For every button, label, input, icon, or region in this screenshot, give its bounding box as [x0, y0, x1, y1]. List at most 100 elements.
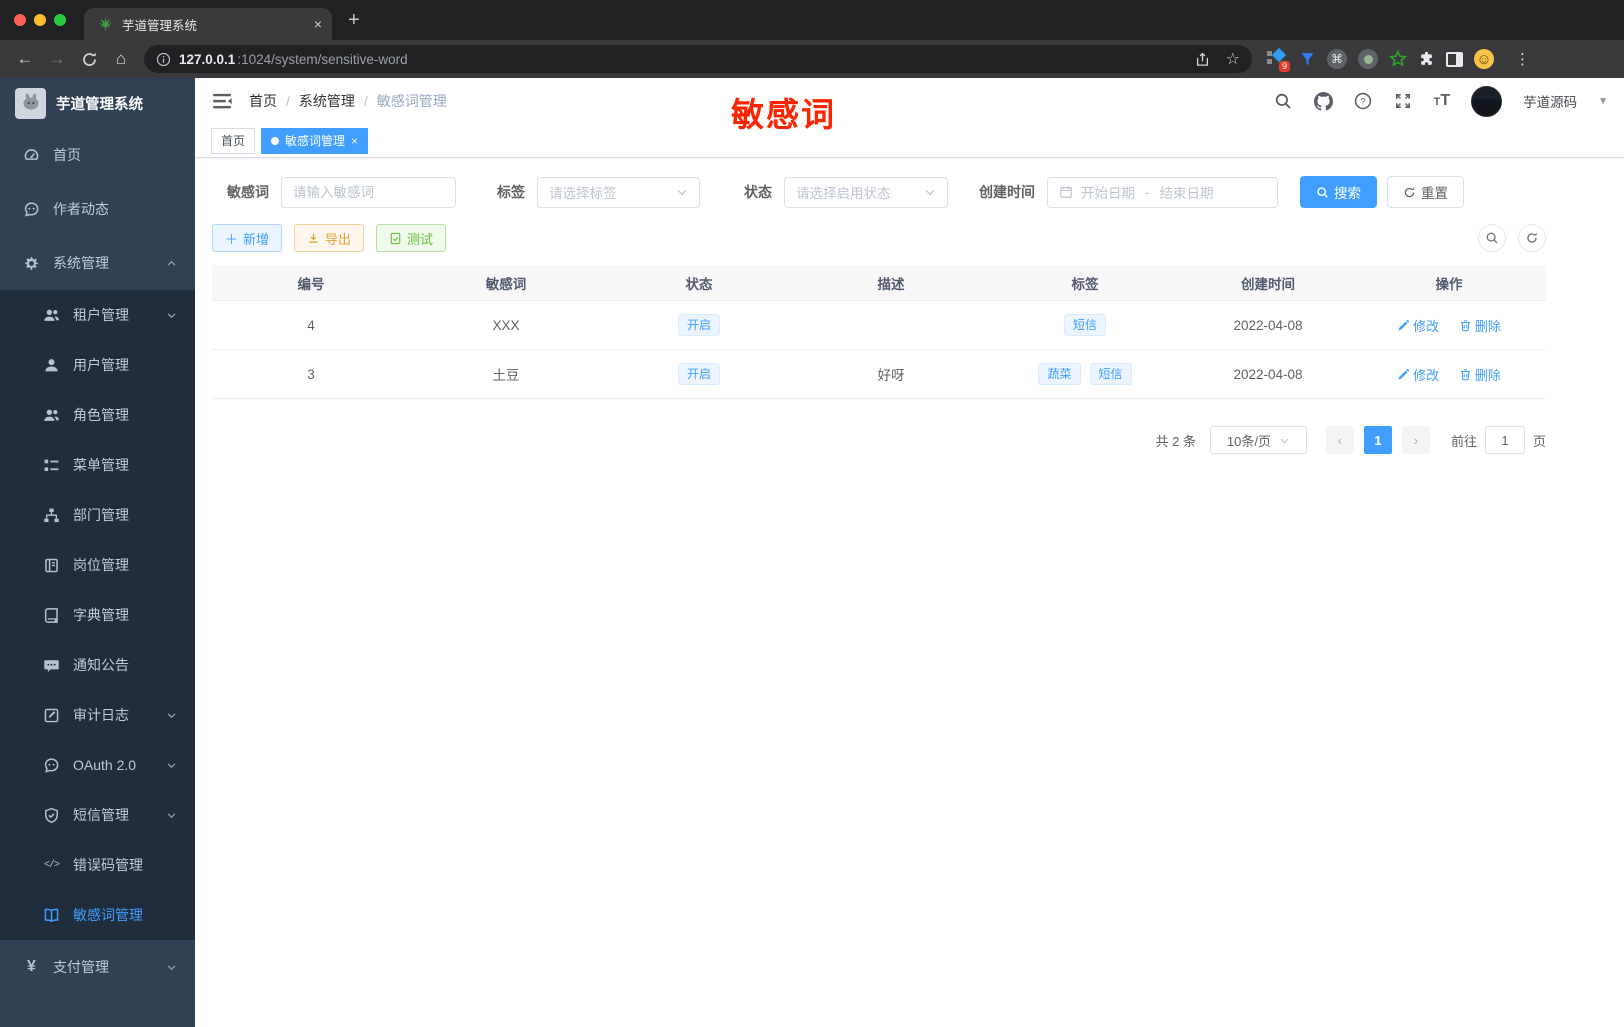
show-search-toggle-button[interactable] — [1478, 224, 1506, 252]
refresh-icon — [1403, 186, 1416, 199]
tab-home[interactable]: 首页 — [211, 127, 256, 154]
sidebar-item-label: 支付管理 — [53, 959, 109, 975]
extension-record-icon[interactable] — [1358, 49, 1378, 69]
refresh-table-button[interactable] — [1518, 224, 1546, 252]
breadcrumb-home[interactable]: 首页 — [249, 91, 277, 111]
edit-link[interactable]: 修改 — [1397, 365, 1439, 384]
search-icon[interactable] — [1274, 92, 1293, 111]
share-icon[interactable] — [1195, 52, 1210, 67]
site-info-icon[interactable] — [156, 52, 171, 67]
fullscreen-icon[interactable] — [1394, 92, 1413, 111]
sidebar-item-errcode[interactable]: </> 错误码管理 — [0, 840, 195, 890]
page-1-button[interactable]: 1 — [1363, 426, 1392, 454]
sidebar-item-notice[interactable]: 通知公告 — [0, 640, 195, 690]
edit-link[interactable]: 修改 — [1397, 316, 1439, 335]
new-tab-button[interactable]: + — [348, 9, 360, 32]
page-content: 敏感词 标签 请选择标签 状态 — [195, 158, 1624, 1027]
add-button-label: 新增 — [243, 231, 270, 247]
sidebar-item-user[interactable]: 用户管理 — [0, 340, 195, 390]
calendar-icon — [1059, 185, 1073, 199]
date-start-placeholder: 开始日期 — [1081, 186, 1135, 201]
sidebar-item-home[interactable]: 首页 — [0, 128, 195, 182]
tree-table-icon — [43, 457, 60, 474]
extension-command-icon[interactable]: ⌘ — [1327, 49, 1347, 69]
profile-avatar-icon[interactable]: ☺ — [1474, 49, 1494, 69]
status-label: 状态 — [744, 184, 772, 200]
prev-page-button[interactable]: ‹ — [1325, 426, 1354, 454]
next-page-button[interactable]: › — [1401, 426, 1430, 454]
delete-link[interactable]: 删除 — [1459, 365, 1501, 384]
forward-icon[interactable]: → — [42, 44, 72, 74]
tag-select[interactable]: 请选择标签 — [537, 176, 700, 208]
sidebar-item-dept[interactable]: 部门管理 — [0, 490, 195, 540]
sidebar-item-label: 审计日志 — [73, 707, 129, 723]
table-header: 编号 敏感词 状态 描述 标签 创建时间 操作 — [212, 265, 1546, 301]
side-panel-icon[interactable] — [1446, 51, 1463, 67]
url-bar[interactable]: 127.0.0.1 :1024/system/sensitive-word ☆ — [144, 45, 1252, 73]
user-caret-down-icon[interactable]: ▼ — [1598, 96, 1608, 107]
sidebar-item-label: 租户管理 — [73, 307, 129, 323]
date-range-picker[interactable]: 开始日期 - 结束日期 — [1047, 176, 1278, 208]
home-icon[interactable]: ⌂ — [106, 44, 136, 74]
github-icon[interactable] — [1313, 91, 1333, 111]
bookmark-star-icon[interactable]: ☆ — [1226, 49, 1240, 69]
keyword-input[interactable] — [293, 184, 444, 200]
sidebar-item-label: 字典管理 — [73, 607, 129, 623]
sidebar-item-oauth[interactable]: OAuth 2.0 — [0, 740, 195, 790]
reset-button[interactable]: 重置 — [1387, 176, 1464, 208]
back-icon[interactable]: ← — [10, 44, 40, 74]
oauth-chat-icon — [43, 757, 60, 774]
add-button[interactable]: ＋ 新增 — [212, 224, 283, 252]
collapse-sidebar-icon[interactable] — [211, 90, 233, 112]
test-button[interactable]: 测试 — [376, 224, 447, 252]
minimize-window-button[interactable] — [34, 14, 46, 26]
search-button[interactable]: 搜索 — [1300, 176, 1377, 208]
sidebar-item-label: 错误码管理 — [73, 857, 143, 873]
chevron-down-icon — [166, 710, 177, 721]
sidebar-item-tenant[interactable]: 租户管理 — [0, 290, 195, 340]
status-select[interactable]: 请选择启用状态 — [784, 176, 948, 208]
browser-tab[interactable]: 芋道管理系统 × — [84, 8, 332, 40]
goto-page-input[interactable] — [1484, 426, 1525, 454]
sidebar-item-label: 作者动态 — [53, 201, 109, 217]
extensions-puzzle-icon[interactable] — [1418, 51, 1435, 68]
sidebar-item-system[interactable]: 系统管理 — [0, 236, 195, 290]
breadcrumb-system[interactable]: 系统管理 — [299, 91, 355, 111]
app-title: 芋道管理系统 — [56, 96, 143, 113]
tab-sensitive-word[interactable]: 敏感词管理 × — [261, 127, 369, 154]
sidebar-item-label: 首页 — [53, 147, 81, 163]
browser-menu-icon[interactable]: ⋮ — [1515, 50, 1531, 68]
sidebar-item-post[interactable]: 岗位管理 — [0, 540, 195, 590]
font-size-icon[interactable]: TT — [1434, 92, 1451, 110]
extension-funnel-icon[interactable] — [1299, 51, 1316, 68]
chevron-down-icon — [166, 310, 177, 321]
sidebar-item-dict[interactable]: 字典管理 — [0, 590, 195, 640]
tab-close-icon[interactable]: × — [314, 16, 322, 32]
extension-diamond-icon[interactable]: 9 — [1266, 47, 1290, 72]
close-window-button[interactable] — [14, 14, 26, 26]
url-path: :1024/system/sensitive-word — [237, 51, 408, 67]
tag-select-placeholder: 请选择标签 — [549, 186, 617, 201]
user-name[interactable]: 芋道源码 — [1523, 91, 1577, 111]
sidebar-item-sensitive-word[interactable]: 敏感词管理 — [0, 890, 195, 940]
sidebar-item-label: 角色管理 — [73, 407, 129, 423]
table-row: 3 土豆 开启 好呀 蔬菜 短信 2022-04-08 修改 删除 — [212, 350, 1546, 399]
sidebar-item-payment[interactable]: ¥ 支付管理 — [0, 940, 195, 994]
tab-label: 敏感词管理 — [285, 134, 346, 148]
sidebar-item-role[interactable]: 角色管理 — [0, 390, 195, 440]
sidebar-item-audit-log[interactable]: 审计日志 — [0, 690, 195, 740]
reload-icon[interactable] — [74, 44, 104, 74]
tab-close-icon[interactable]: × — [351, 134, 358, 148]
page-size-select[interactable]: 10条/页 — [1209, 426, 1307, 454]
delete-link[interactable]: 删除 — [1459, 316, 1501, 335]
sidebar-item-sms[interactable]: 短信管理 — [0, 790, 195, 840]
user-avatar[interactable] — [1471, 85, 1503, 117]
export-button[interactable]: 导出 — [294, 224, 365, 252]
sidebar-item-author[interactable]: 作者动态 — [0, 182, 195, 236]
sidebar-item-label: 菜单管理 — [73, 457, 129, 473]
help-icon[interactable]: ? — [1354, 92, 1373, 111]
extension-star-icon[interactable] — [1389, 50, 1407, 68]
sidebar-item-menu[interactable]: 菜单管理 — [0, 440, 195, 490]
cell-word: 土豆 — [492, 368, 520, 383]
maximize-window-button[interactable] — [54, 14, 66, 26]
